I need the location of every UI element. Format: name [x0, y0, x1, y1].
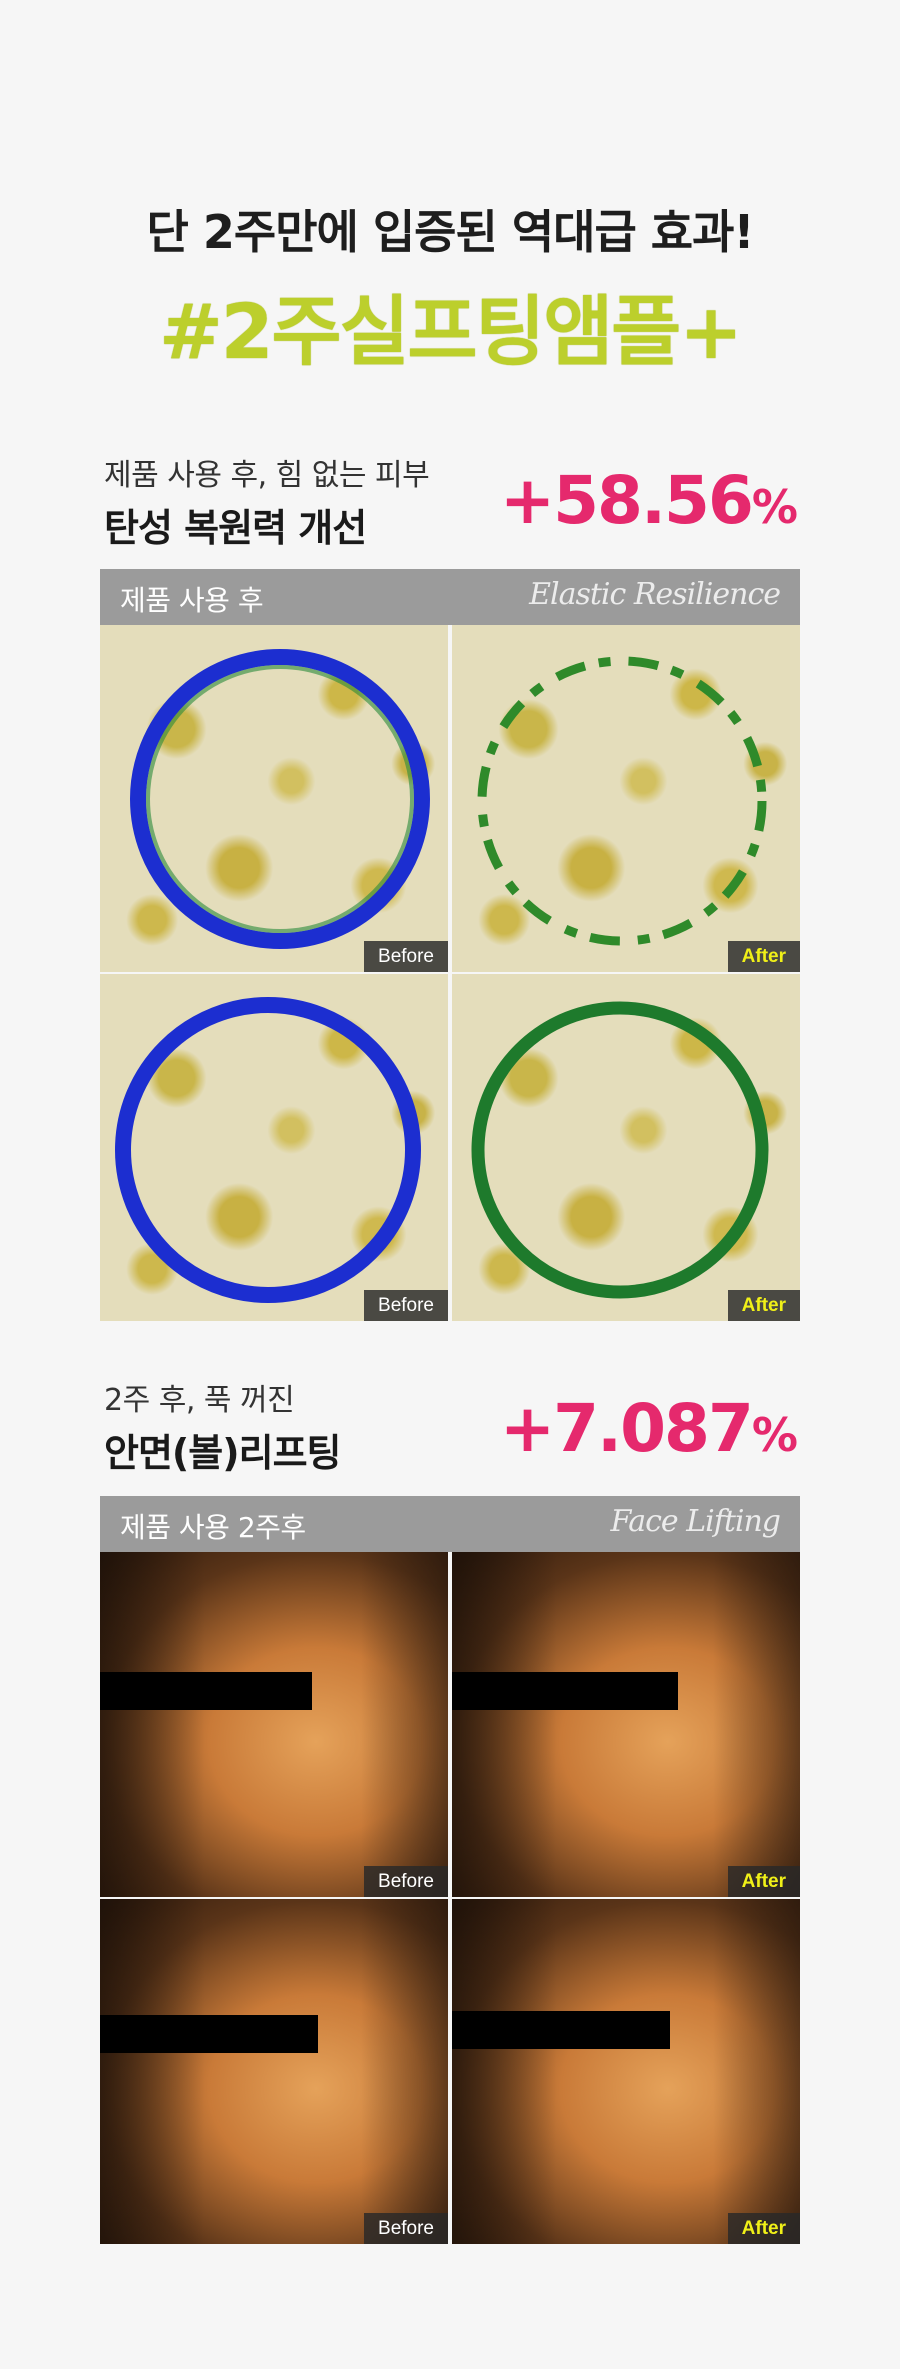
face-image-after-1: After [452, 1552, 800, 1897]
hashtag-title: #2주실프팅앰플+ [159, 287, 743, 376]
tag-before: Before [364, 1866, 448, 1897]
elastic-image-before-2: Before [100, 974, 448, 1321]
section1-stat-unit: % [751, 480, 798, 534]
elastic-panel-header: 제품 사용 후 Elastic Resilience [100, 569, 800, 625]
lifting-panel: 제품 사용 2주후 Face Lifting Before After Befo… [100, 1496, 800, 2244]
headline: 단 2주만에 입증된 역대급 효과! [146, 205, 755, 259]
elastic-image-after-2: After [452, 974, 800, 1321]
elastic-image-grid: Before After Before After [100, 625, 800, 1321]
elastic-panel-label: 제품 사용 후 [120, 584, 264, 617]
lifting-panel-header: 제품 사용 2주후 Face Lifting [100, 1496, 800, 1552]
censor-bar [452, 1672, 678, 1710]
section1-stat: +58.56% [476, 462, 798, 539]
face-image-before-1: Before [100, 1552, 448, 1897]
elastic-panel-label-en: Elastic Resilience [529, 577, 781, 612]
lifting-panel-label: 제품 사용 2주후 [120, 1511, 306, 1544]
elastic-image-before-1: Before [100, 625, 448, 972]
elastic-panel: 제품 사용 후 Elastic Resilience Before After [100, 569, 800, 1321]
lifting-panel-label-en: Face Lifting [610, 1504, 781, 1539]
face-image-after-2: After [452, 1899, 800, 2244]
tag-after: After [727, 941, 800, 972]
tag-after: After [727, 1866, 800, 1897]
elastic-image-after-1: After [452, 625, 800, 972]
section2-subtitle: 2주 후, 푹 꺼진 [104, 1383, 295, 1418]
section2-title: 안면(볼)리프팅 [104, 1431, 341, 1475]
section1-stat-value: +58.56 [499, 462, 754, 539]
tag-after: After [727, 2213, 800, 2244]
section1-subtitle: 제품 사용 후, 힘 없는 피부 [104, 458, 430, 493]
tag-before: Before [364, 2213, 448, 2244]
censor-bar [100, 2015, 318, 2053]
section2-stat: +7.087% [476, 1390, 798, 1467]
censor-bar [100, 1672, 312, 1710]
section1-title: 탄성 복원력 개선 [104, 506, 367, 550]
tag-after: After [727, 1290, 800, 1321]
section2-stat-value: +7.087 [499, 1390, 754, 1467]
face-image-before-2: Before [100, 1899, 448, 2244]
tag-before: Before [364, 941, 448, 972]
censor-bar [452, 2011, 670, 2049]
tag-before: Before [364, 1290, 448, 1321]
lifting-image-grid: Before After Before After [100, 1552, 800, 2244]
section2-stat-unit: % [751, 1408, 798, 1462]
